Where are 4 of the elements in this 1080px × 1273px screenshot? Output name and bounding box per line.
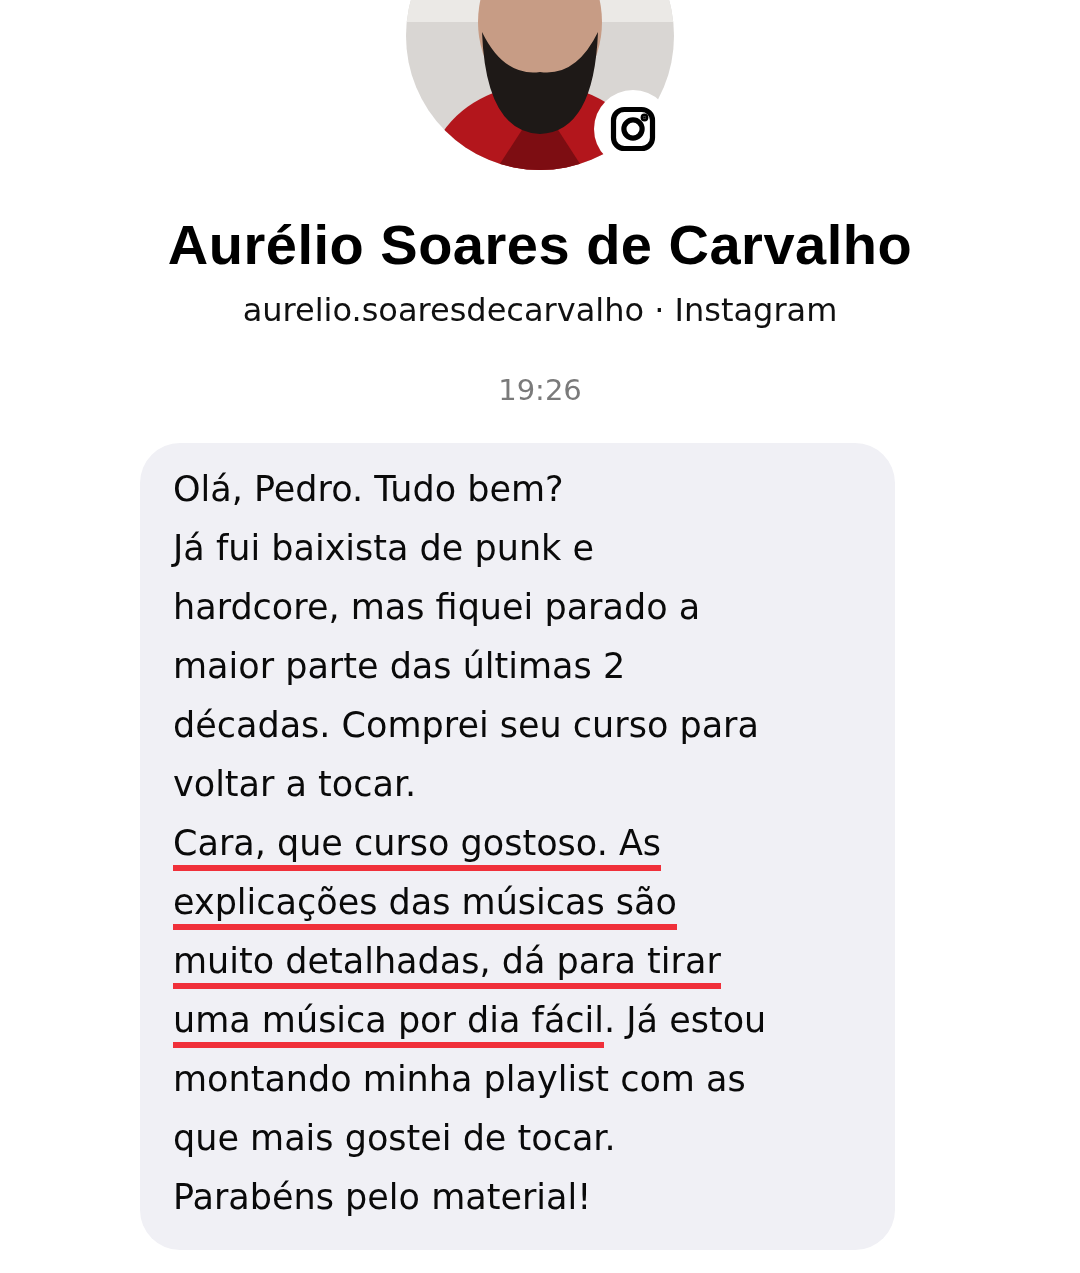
message-text: Olá, Pedro. Tudo bem? Já fui baixista de punk e hardcore, mas fiquei parado a maior parte das últimas 2 décadas. Comprei seu curso para voltar a tocar. Cara, que curso gostoso. As explicações das músicas são muito detalhadas, dá para tirar uma música por dia fácil. Já estou montando minha playlist com as que mais gostei de tocar. Parabéns pelo material! [173, 468, 768, 1219]
message-time: 19:26 [498, 373, 582, 407]
contact-name: Aurélio Soares de Carvalho [167, 212, 913, 277]
contact-handle: aurelio.soaresdecarvalho · Instagram [242, 291, 838, 329]
